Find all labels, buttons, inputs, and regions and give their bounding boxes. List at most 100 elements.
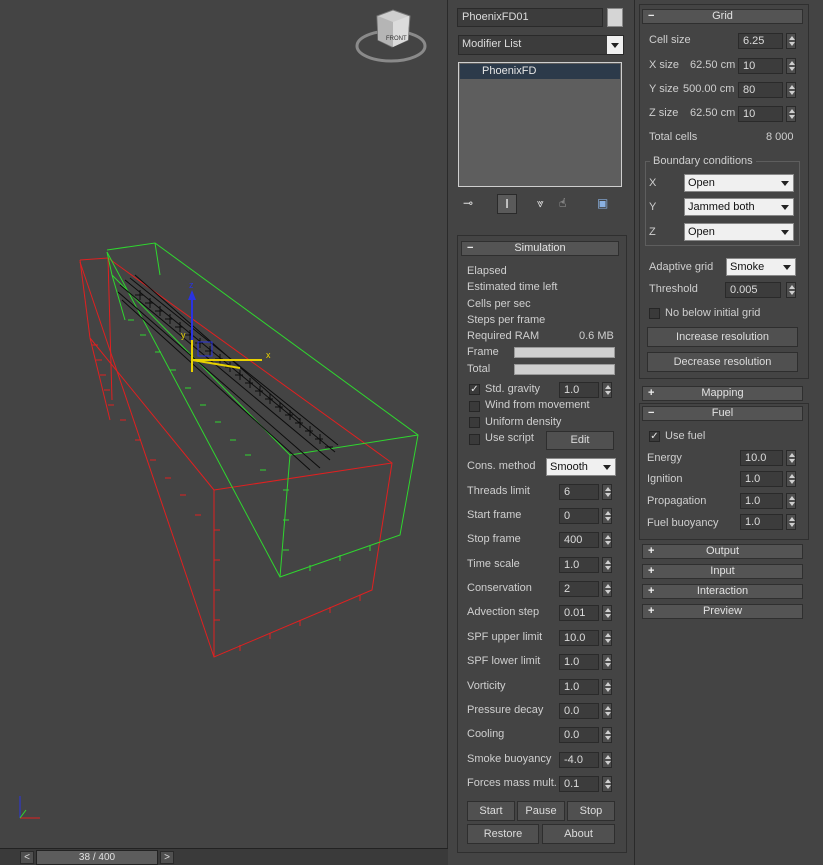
start-button[interactable]: Start xyxy=(467,801,515,821)
threshold-input[interactable]: 0.005 xyxy=(725,282,781,298)
remove-modifier-icon[interactable]: ☝ xyxy=(559,196,566,210)
pin-stack-icon[interactable]: ⊸ xyxy=(463,196,473,210)
decrease-resolution-button[interactable]: Decrease resolution xyxy=(647,352,798,372)
pressure-decay-label: Pressure decay xyxy=(467,704,544,716)
stop-frame-input[interactable]: 400 xyxy=(559,532,599,548)
viewport-scene[interactable]: FRONT x z y xyxy=(0,0,448,848)
fuel-buoyancy-spinner[interactable] xyxy=(786,514,796,530)
boundary-z-dropdown[interactable]: Open xyxy=(684,223,794,241)
start-frame-input[interactable]: 0 xyxy=(559,508,599,524)
expand-icon: + xyxy=(648,545,655,557)
time-slider-thumb[interactable]: 38 / 400 xyxy=(36,850,158,865)
required-ram-label: Required RAM xyxy=(467,330,540,342)
modifier-list-dropdown[interactable]: Modifier List xyxy=(458,35,624,55)
pause-button[interactable]: Pause xyxy=(517,801,565,821)
propagation-spinner[interactable] xyxy=(786,493,796,509)
vorticity-spinner[interactable] xyxy=(602,679,612,695)
threads-limit-input[interactable]: 6 xyxy=(559,484,599,500)
viewport[interactable]: FRONT x z y xyxy=(0,0,448,848)
std-gravity-checkbox[interactable]: ✓ xyxy=(469,384,480,395)
make-unique-icon[interactable]: ⩔ xyxy=(537,196,544,211)
boundary-x-dropdown[interactable]: Open xyxy=(684,174,794,192)
ignition-spinner[interactable] xyxy=(786,471,796,487)
interaction-rollout-header[interactable]: + Interaction xyxy=(642,584,803,599)
frame-progress-bar xyxy=(514,347,615,358)
object-name-field[interactable]: PhoenixFD01 xyxy=(457,8,603,27)
restore-button[interactable]: Restore xyxy=(467,824,539,844)
fuel-buoyancy-input[interactable]: 1.0 xyxy=(740,514,783,530)
show-end-result-icon[interactable]: Ⅰ xyxy=(497,194,517,214)
viewcube[interactable]: FRONT xyxy=(355,9,427,63)
next-frame-button[interactable]: > xyxy=(160,851,174,864)
simulation-grid-box[interactable] xyxy=(106,242,419,578)
advection-step-input[interactable]: 0.01 xyxy=(559,605,599,621)
mapping-title: Mapping xyxy=(701,387,744,399)
collapse-icon: − xyxy=(648,10,655,22)
ignition-input[interactable]: 1.0 xyxy=(740,471,783,487)
use-fuel-checkbox[interactable]: ✓ xyxy=(649,431,660,442)
std-gravity-spinner[interactable] xyxy=(602,382,612,398)
cell-size-input[interactable]: 6.25 xyxy=(738,33,783,49)
increase-resolution-button[interactable]: Increase resolution xyxy=(647,327,798,347)
object-color-swatch[interactable] xyxy=(607,8,623,27)
pressure-decay-input[interactable]: 0.0 xyxy=(559,703,599,719)
uniform-density-checkbox[interactable] xyxy=(469,417,480,428)
stop-frame-spinner[interactable] xyxy=(602,532,612,548)
spf-lower-limit-spinner[interactable] xyxy=(602,654,612,670)
start-frame-spinner[interactable] xyxy=(602,508,612,524)
z-size-spinner[interactable] xyxy=(786,106,796,122)
spf-upper-limit-input[interactable]: 10.0 xyxy=(559,630,599,646)
no-below-initial-checkbox[interactable] xyxy=(649,308,660,319)
advection-step-spinner[interactable] xyxy=(602,605,612,621)
std-gravity-input[interactable]: 1.0 xyxy=(559,382,599,398)
simulation-rollout-header[interactable]: − Simulation xyxy=(461,241,619,256)
input-rollout-header[interactable]: + Input xyxy=(642,564,803,579)
energy-spinner[interactable] xyxy=(786,450,796,466)
propagation-input[interactable]: 1.0 xyxy=(740,493,783,509)
spf-lower-limit-input[interactable]: 1.0 xyxy=(559,654,599,670)
conservation-spinner[interactable] xyxy=(602,581,612,597)
vorticity-input[interactable]: 1.0 xyxy=(559,679,599,695)
adaptive-grid-dropdown[interactable]: Smoke xyxy=(726,258,796,276)
y-size-input[interactable]: 80 xyxy=(738,82,783,98)
cell-size-spinner[interactable] xyxy=(786,33,796,49)
use-script-checkbox[interactable] xyxy=(469,434,480,445)
boundary-z-label: Z xyxy=(649,226,656,238)
threshold-spinner[interactable] xyxy=(786,282,796,298)
grid-rollout-header[interactable]: − Grid xyxy=(642,9,803,24)
x-size-spinner[interactable] xyxy=(786,58,796,74)
smoke-buoyancy-input[interactable]: -4.0 xyxy=(559,752,599,768)
cooling-spinner[interactable] xyxy=(602,727,612,743)
time-scale-spinner[interactable] xyxy=(602,557,612,573)
pressure-decay-spinner[interactable] xyxy=(602,703,612,719)
fuel-rollout-header[interactable]: − Fuel xyxy=(642,406,803,421)
smoke-buoyancy-spinner[interactable] xyxy=(602,752,612,768)
spf-upper-limit-spinner[interactable] xyxy=(602,630,612,646)
cell-size-label: Cell size xyxy=(649,34,691,46)
modifier-stack[interactable]: PhoenixFD xyxy=(458,62,622,187)
configure-sets-icon[interactable]: ▣ xyxy=(597,196,608,210)
threads-limit-spinner[interactable] xyxy=(602,484,612,500)
z-size-input[interactable]: 10 xyxy=(738,106,783,122)
edit-script-button[interactable]: Edit xyxy=(546,431,614,450)
forces-mass-mult-input[interactable]: 0.1 xyxy=(559,776,599,792)
time-scale-input[interactable]: 1.0 xyxy=(559,557,599,573)
time-slider[interactable]: < 38 / 400 > xyxy=(0,848,448,865)
stop-frame-label: Stop frame xyxy=(467,533,521,545)
mapping-rollout-header[interactable]: + Mapping xyxy=(642,386,803,401)
energy-input[interactable]: 10.0 xyxy=(740,450,783,466)
y-size-spinner[interactable] xyxy=(786,82,796,98)
boundary-y-dropdown[interactable]: Jammed both xyxy=(684,198,794,216)
conservation-input[interactable]: 2 xyxy=(559,581,599,597)
output-rollout-header[interactable]: + Output xyxy=(642,544,803,559)
preview-rollout-header[interactable]: + Preview xyxy=(642,604,803,619)
cooling-input[interactable]: 0.0 xyxy=(559,727,599,743)
about-button[interactable]: About xyxy=(542,824,615,844)
stop-button[interactable]: Stop xyxy=(567,801,615,821)
cons-method-dropdown[interactable]: Smooth xyxy=(546,458,616,476)
x-size-input[interactable]: 10 xyxy=(738,58,783,74)
wind-from-movement-checkbox[interactable] xyxy=(469,401,480,412)
stack-item-phoenixfd[interactable]: PhoenixFD xyxy=(460,64,620,79)
forces-mass-mult-spinner[interactable] xyxy=(602,776,612,792)
prev-frame-button[interactable]: < xyxy=(20,851,34,864)
